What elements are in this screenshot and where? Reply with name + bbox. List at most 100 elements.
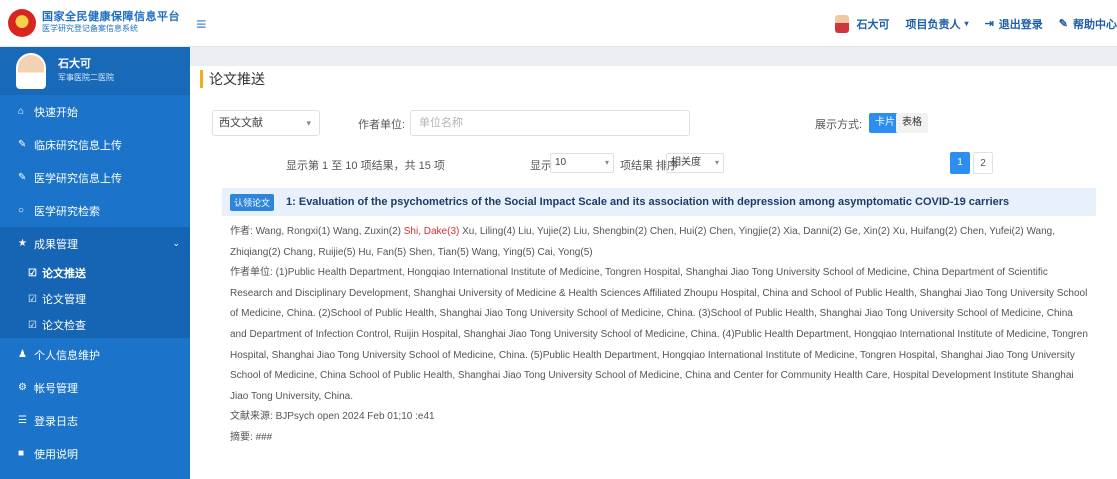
avatar xyxy=(16,53,46,89)
sidebar-item-label: 帐号管理 xyxy=(34,382,78,395)
sidebar-item-label: 医学研究信息上传 xyxy=(34,172,122,185)
logout-label: 退出登录 xyxy=(998,18,1043,31)
sidebar-item-label: 医学研究检索 xyxy=(34,205,100,218)
unit-input[interactable] xyxy=(410,110,690,136)
authors-line: 作者: Wang, Rongxi(1) Wang, Zuxin(2) Shi, … xyxy=(230,222,1088,263)
paper-header: 认领论文 1: Evaluation of the psychometrics … xyxy=(222,188,1096,216)
sidebar-item-clinical-upload[interactable]: ✎ 临床研究信息上传 xyxy=(0,128,190,161)
sidebar-item-label: 临床研究信息上传 xyxy=(34,139,122,152)
source-line: 文献来源: BJPsych open 2024 Feb 01;10 :e41 xyxy=(230,407,1088,428)
highlighted-author: Shi, Dake(3) xyxy=(403,226,460,237)
book-icon: ✎ xyxy=(1058,18,1068,30)
filter-bar: 西文文献 ▾ 作者单位: 展示方式: 卡片 表格 xyxy=(190,110,1117,144)
page-button-1[interactable]: 1 xyxy=(950,152,970,174)
paper-card: 认领论文 1: Evaluation of the psychometrics … xyxy=(222,188,1096,479)
top-bar: 国家全民健康保障信息平台 医学研究登记备案信息系统 ≡ 石大可 项目负责人 ▾ … xyxy=(0,0,1117,47)
view-mode-label: 展示方式: xyxy=(815,119,863,131)
sidebar-item-label: 成果管理 xyxy=(34,238,78,251)
sidebar-item-medical-upload[interactable]: ✎ 医学研究信息上传 xyxy=(0,161,190,194)
sidebar-item-results[interactable]: ★ 成果管理 ⌄ xyxy=(0,227,190,260)
sidebar-item-label: 论文推送 xyxy=(42,268,86,280)
abstract-label: 摘要: xyxy=(230,431,253,443)
help-center-link[interactable]: ✎ 帮助中心 xyxy=(1059,16,1117,32)
logout-button[interactable]: ⇥ 退出登录 xyxy=(985,16,1043,32)
user-name: 石大可 xyxy=(856,18,890,31)
sidebar-item-manual[interactable]: ■ 使用说明 xyxy=(0,437,190,470)
logout-icon: ⇥ xyxy=(984,18,994,30)
sidebar-item-login-log[interactable]: ☰ 登录日志 xyxy=(0,404,190,437)
role-label: 项目负责人 xyxy=(905,18,961,31)
sort-value: 相关度 xyxy=(671,157,701,168)
page-title: 论文推送 xyxy=(200,70,265,88)
profile-unit: 军事医院二医院 xyxy=(58,73,114,82)
book-icon: ■ xyxy=(18,448,25,459)
affiliations-label: 作者单位: xyxy=(230,267,273,279)
logo-subtitle: 医学研究登记备案信息系统 xyxy=(42,24,138,33)
affiliations-line: 作者单位: (1)Public Health Department, Hongq… xyxy=(230,263,1088,407)
abstract-line: 摘要: ### xyxy=(230,428,1088,449)
role-dropdown[interactable]: 项目负责人 ▾ xyxy=(906,16,969,32)
sidebar-item-search[interactable]: ○ 医学研究检索 xyxy=(0,194,190,227)
per-page-select[interactable]: 10 ▾ xyxy=(550,153,614,173)
abstract-value: ### xyxy=(255,431,273,443)
affiliations-text: (1)Public Health Department, Hongqiao In… xyxy=(230,267,1088,402)
check-icon: ☑ xyxy=(28,293,37,305)
sidebar-item-label: 论文检查 xyxy=(42,320,86,332)
paper-body: 作者: Wang, Rongxi(1) Wang, Zuxin(2) Shi, … xyxy=(222,216,1096,449)
list-icon: ☰ xyxy=(18,415,27,426)
help-label: 帮助中心 xyxy=(1073,18,1117,31)
sidebar-item-label: 个人信息维护 xyxy=(34,349,100,362)
language-select-value: 西文文献 xyxy=(219,117,263,129)
user-menu[interactable]: 石大可 xyxy=(834,14,890,33)
logo[interactable]: 国家全民健康保障信息平台 医学研究登记备案信息系统 xyxy=(8,9,180,37)
page-button-2[interactable]: 2 xyxy=(973,152,993,174)
pagination-bar: 显示第 1 至 10 项结果，共 15 项 显示 10 ▾ 项结果 排序 相关度… xyxy=(190,150,1117,178)
chevron-down-icon: ⌄ xyxy=(172,238,180,248)
sidebar-item-account[interactable]: ⚙ 帐号管理 xyxy=(0,371,190,404)
logo-title: 国家全民健康保障信息平台 xyxy=(42,11,180,23)
circle-icon: ○ xyxy=(18,205,25,216)
tab-strip xyxy=(190,47,1117,66)
avatar xyxy=(834,14,849,33)
authors-before: Wang, Rongxi(1) Wang, Zuxin(2) xyxy=(255,226,404,237)
sidebar-item-label: 登录日志 xyxy=(34,415,78,428)
gear-icon: ⚙ xyxy=(18,382,27,393)
national-emblem-icon xyxy=(8,9,36,37)
check-icon: ☑ xyxy=(28,319,37,331)
paper-title[interactable]: 1: Evaluation of the psychometrics of th… xyxy=(286,196,1009,208)
unit-label: 作者单位: xyxy=(358,119,406,131)
main-content: 论文推送 西文文献 ▾ 作者单位: 展示方式: 卡片 表格 显示第 1 至 10… xyxy=(190,47,1117,479)
authors-label: 作者: xyxy=(230,226,253,237)
source-value: BJPsych open 2024 Feb 01;10 :e41 xyxy=(275,411,435,423)
sidebar: 石大可 军事医院二医院 ⌂ 快速开始 ✎ 临床研究信息上传 ✎ 医学研究信息上传… xyxy=(0,47,190,479)
profile-name: 石大可 xyxy=(58,58,91,70)
pencil-icon: ✎ xyxy=(18,172,27,183)
sidebar-subitem-paper-manage[interactable]: ☑ 论文管理 xyxy=(0,286,190,312)
check-icon: ☑ xyxy=(28,267,37,279)
sidebar-item-label: 使用说明 xyxy=(34,448,78,461)
source-label: 文献来源: xyxy=(230,411,273,423)
menu-toggle-icon[interactable]: ≡ xyxy=(196,14,207,35)
caret-down-icon: ▾ xyxy=(964,19,969,28)
chevron-down-icon: ▾ xyxy=(306,118,311,128)
claim-tag[interactable]: 认领论文 xyxy=(230,193,275,211)
sidebar-subitem-paper-check[interactable]: ☑ 论文检查 xyxy=(0,312,190,338)
chevron-down-icon: ▾ xyxy=(604,158,609,167)
star-icon: ★ xyxy=(18,238,27,249)
show-label: 显示 xyxy=(530,160,552,172)
sidebar-subitem-paper-push[interactable]: ☑ 论文推送 xyxy=(0,260,190,286)
chevron-down-icon: ▾ xyxy=(714,158,719,167)
sidebar-item-label: 论文管理 xyxy=(42,294,86,306)
sort-select[interactable]: 相关度 ▾ xyxy=(666,153,724,173)
sidebar-item-profile[interactable]: ♟ 个人信息维护 xyxy=(0,338,190,371)
range-text: 显示第 1 至 10 项结果，共 15 项 xyxy=(286,160,445,172)
language-select[interactable]: 西文文献 ▾ xyxy=(212,110,320,136)
pencil-icon: ✎ xyxy=(18,139,27,150)
user-icon: ♟ xyxy=(18,349,27,360)
sidebar-item-quick-start[interactable]: ⌂ 快速开始 xyxy=(0,95,190,128)
sidebar-item-label: 快速开始 xyxy=(34,106,78,119)
view-table-button[interactable]: 表格 xyxy=(896,113,928,133)
per-page-value: 10 xyxy=(555,157,567,168)
profile-panel: 石大可 军事医院二医院 xyxy=(0,47,190,95)
home-icon: ⌂ xyxy=(18,106,25,117)
